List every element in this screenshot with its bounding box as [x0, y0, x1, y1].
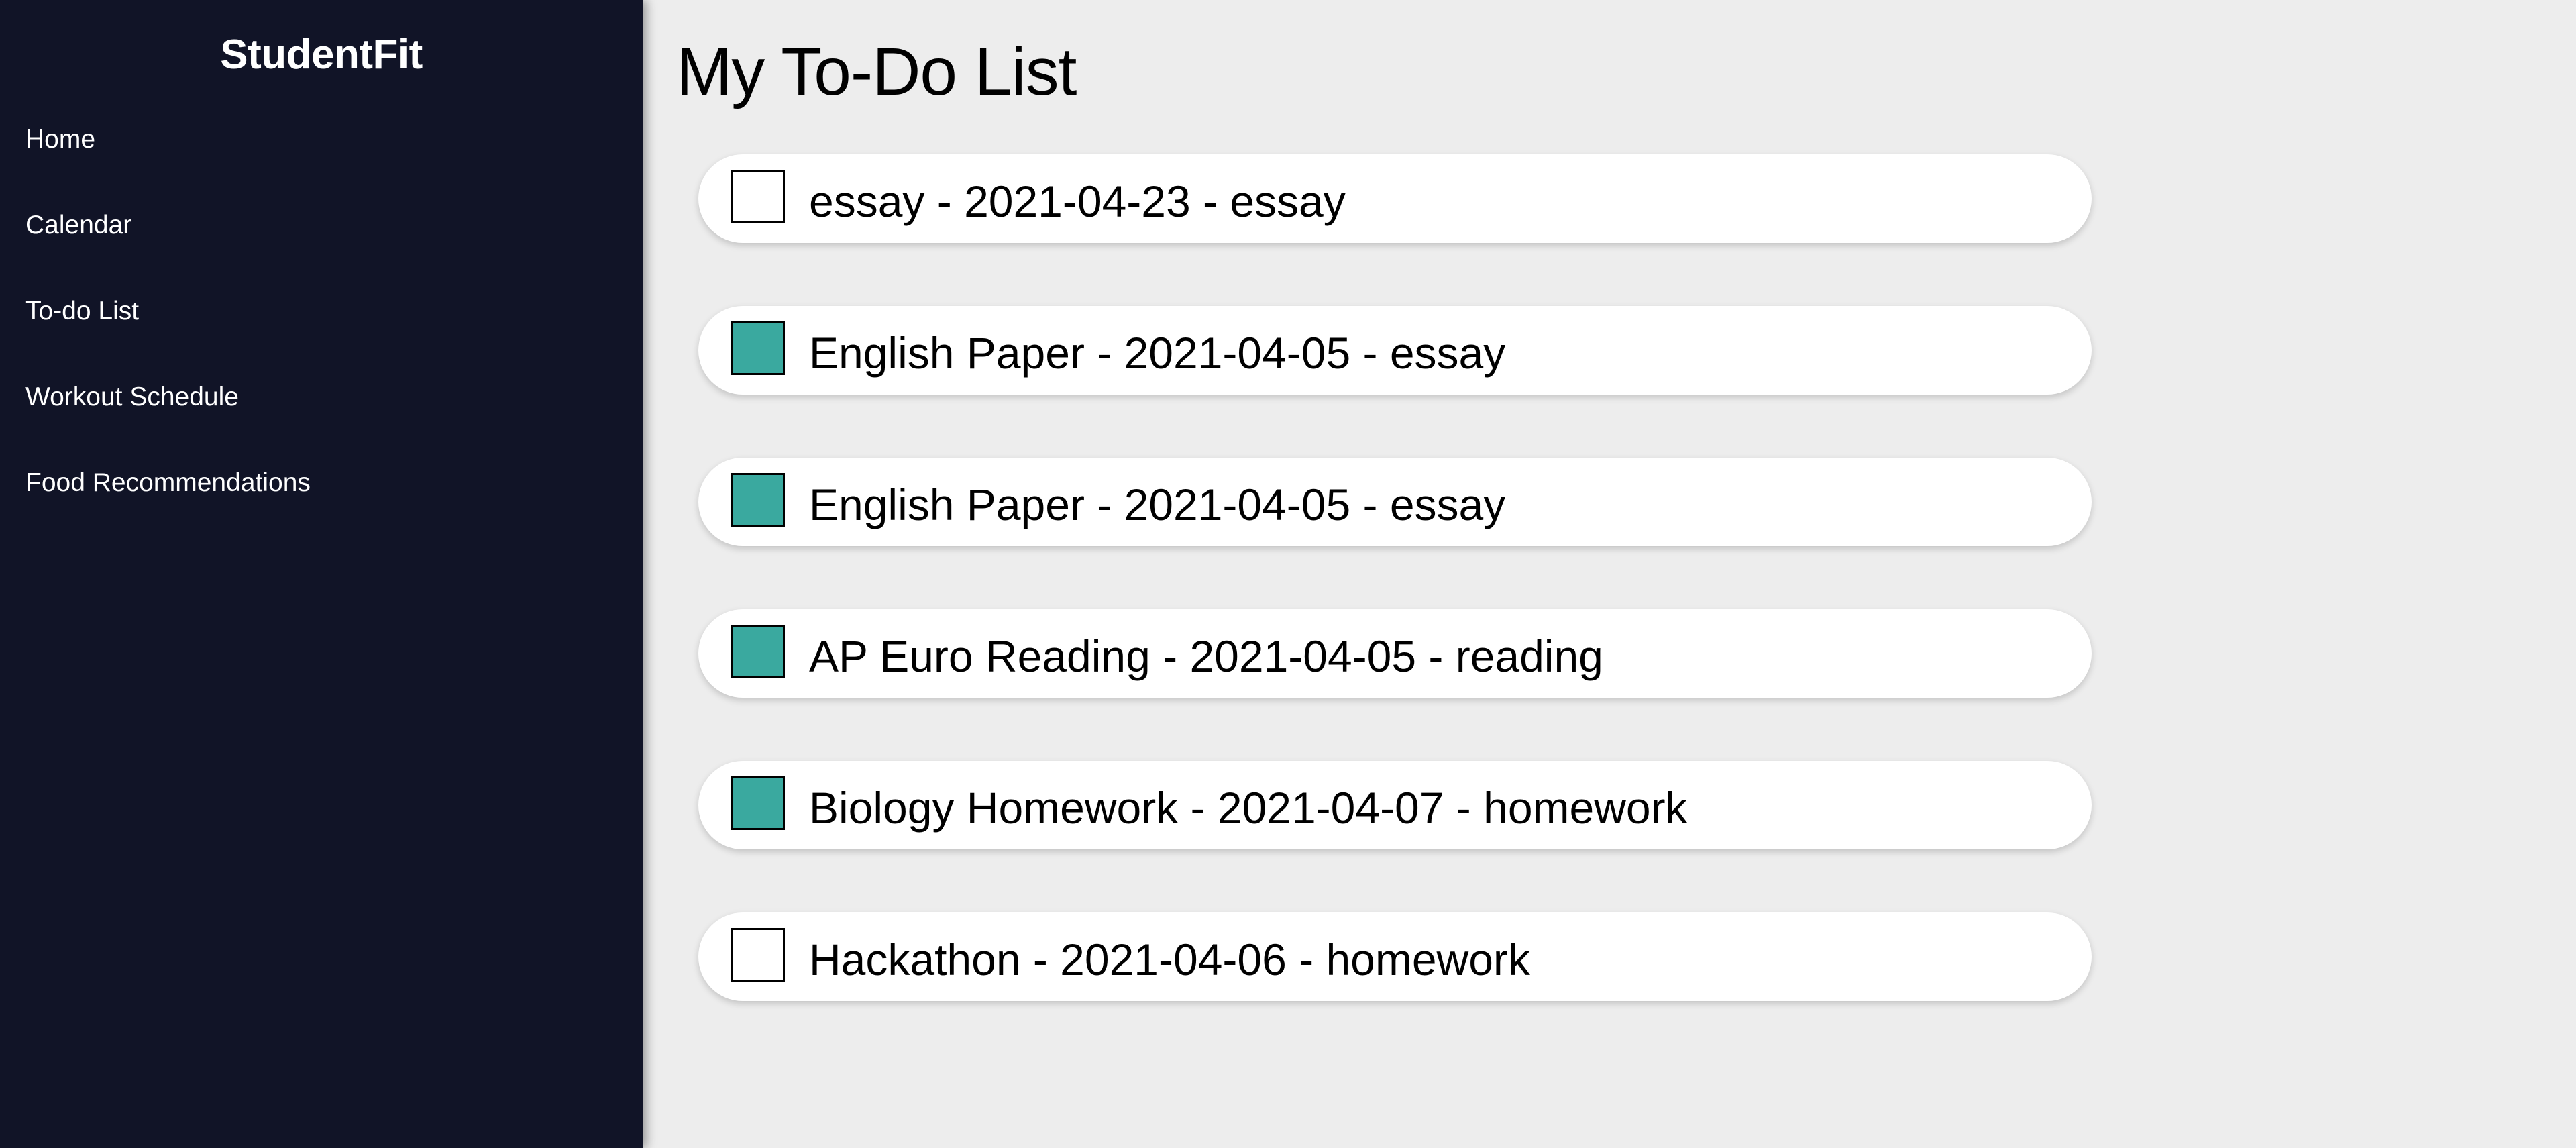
todo-item: AP Euro Reading - 2021-04-05 - reading: [698, 609, 2092, 698]
todo-checkbox[interactable]: [731, 473, 785, 527]
todo-checkbox[interactable]: [731, 170, 785, 223]
todo-text: essay - 2021-04-23 - essay: [809, 176, 1346, 226]
todo-text: English Paper - 2021-04-05 - essay: [809, 480, 1506, 529]
todo-checkbox[interactable]: [731, 625, 785, 678]
app-brand[interactable]: StudentFit: [0, 31, 643, 79]
sidebar-item-food-recommendations[interactable]: Food Recommendations: [25, 464, 311, 550]
todo-text: English Paper - 2021-04-05 - essay: [809, 328, 1506, 378]
page-title: My To-Do List: [676, 34, 1077, 109]
todo-text: Biology Homework - 2021-04-07 - homework: [809, 783, 1688, 833]
todo-text: Hackathon - 2021-04-06 - homework: [809, 935, 1530, 984]
todo-item: Biology Homework - 2021-04-07 - homework: [698, 761, 2092, 849]
todo-checkbox[interactable]: [731, 776, 785, 830]
main-content: My To-Do List essay - 2021-04-23 - essay…: [643, 0, 2576, 1148]
sidebar-item-home[interactable]: Home: [25, 121, 311, 207]
todo-item: Hackathon - 2021-04-06 - homework: [698, 912, 2092, 1001]
sidebar: StudentFit Home Calendar To-do List Work…: [0, 0, 643, 1148]
sidebar-item-workout-schedule[interactable]: Workout Schedule: [25, 378, 311, 464]
todo-text: AP Euro Reading - 2021-04-05 - reading: [809, 631, 1603, 681]
todo-checkbox[interactable]: [731, 321, 785, 375]
sidebar-item-calendar[interactable]: Calendar: [25, 207, 311, 293]
todo-item: essay - 2021-04-23 - essay: [698, 154, 2092, 243]
todo-list: essay - 2021-04-23 - essay English Paper…: [698, 154, 2092, 1064]
sidebar-item-todo-list[interactable]: To-do List: [25, 293, 311, 378]
sidebar-nav: Home Calendar To-do List Workout Schedul…: [25, 121, 311, 550]
todo-item: English Paper - 2021-04-05 - essay: [698, 306, 2092, 395]
todo-checkbox[interactable]: [731, 928, 785, 982]
todo-item: English Paper - 2021-04-05 - essay: [698, 458, 2092, 546]
